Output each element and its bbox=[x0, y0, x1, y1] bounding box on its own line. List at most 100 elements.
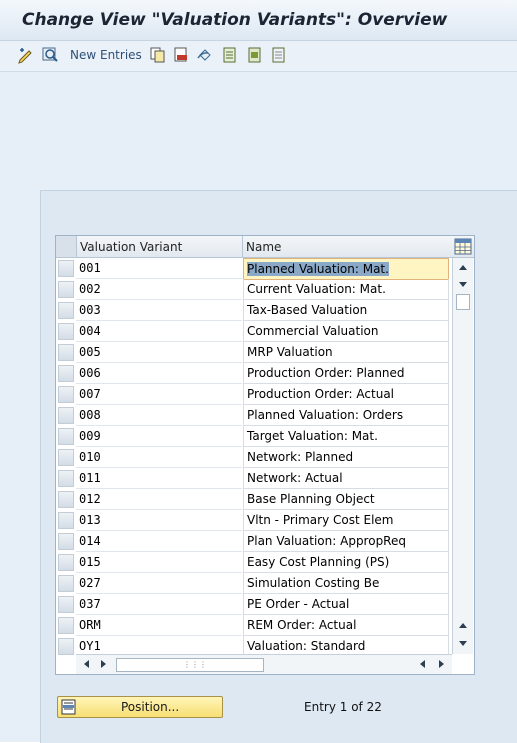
row-selector[interactable] bbox=[58, 638, 74, 655]
row-selector[interactable] bbox=[58, 302, 74, 319]
table-row[interactable]: 011 Network: Actual bbox=[56, 468, 449, 489]
page-up-icon[interactable] bbox=[457, 620, 469, 632]
deselect-all-icon[interactable] bbox=[270, 46, 288, 64]
row-selector[interactable] bbox=[58, 533, 74, 550]
table-settings-icon[interactable] bbox=[454, 237, 472, 256]
row-selector[interactable] bbox=[58, 596, 74, 613]
name-field[interactable]: Simulation Costing Be bbox=[243, 573, 449, 594]
position-icon bbox=[61, 699, 76, 715]
scroll-left-icon[interactable] bbox=[82, 658, 92, 670]
valuation-variant-cell: 014 bbox=[76, 531, 242, 552]
name-value: Commercial Valuation bbox=[247, 324, 379, 338]
valuation-variant-value: 002 bbox=[79, 282, 101, 296]
table-row[interactable]: 002 Current Valuation: Mat. bbox=[56, 279, 449, 300]
table-row[interactable]: 009 Target Valuation: Mat. bbox=[56, 426, 449, 447]
other-view-icon[interactable] bbox=[41, 46, 59, 64]
row-selector[interactable] bbox=[58, 386, 74, 403]
name-field[interactable]: Plan Valuation: AppropReq bbox=[243, 531, 449, 552]
position-button[interactable]: Position... bbox=[57, 696, 223, 718]
name-field[interactable]: Production Order: Actual bbox=[243, 384, 449, 405]
name-value: Simulation Costing Be bbox=[247, 576, 380, 590]
name-field[interactable]: Planned Valuation: Mat. bbox=[243, 258, 449, 280]
table-row[interactable]: 005 MRP Valuation bbox=[56, 342, 449, 363]
horizontal-scrollbar[interactable]: ⋮⋮⋮ bbox=[76, 654, 452, 674]
scroll-up-icon[interactable] bbox=[457, 262, 469, 274]
name-field[interactable]: PE Order - Actual bbox=[243, 594, 449, 615]
name-field[interactable]: Planned Valuation: Orders bbox=[243, 405, 449, 426]
row-selector[interactable] bbox=[58, 554, 74, 571]
scroll-down-icon[interactable] bbox=[457, 637, 469, 649]
table-row[interactable]: 013 Vltn - Primary Cost Elem bbox=[56, 510, 449, 531]
valuation-variant-cell: 037 bbox=[76, 594, 242, 615]
table-row[interactable]: 015 Easy Cost Planning (PS) bbox=[56, 552, 449, 573]
name-field[interactable]: Network: Planned bbox=[243, 447, 449, 468]
name-field[interactable]: Network: Actual bbox=[243, 468, 449, 489]
name-field[interactable]: Current Valuation: Mat. bbox=[243, 279, 449, 300]
delete-icon[interactable] bbox=[172, 46, 190, 64]
row-selector[interactable] bbox=[58, 260, 74, 277]
name-field[interactable]: Easy Cost Planning (PS) bbox=[243, 552, 449, 573]
name-field[interactable]: REM Order: Actual bbox=[243, 615, 449, 636]
valuation-variant-cell: 002 bbox=[76, 279, 242, 300]
name-field[interactable]: Base Planning Object bbox=[243, 489, 449, 510]
table-row[interactable]: 006 Production Order: Planned bbox=[56, 363, 449, 384]
name-field[interactable]: MRP Valuation bbox=[243, 342, 449, 363]
name-field[interactable]: Production Order: Planned bbox=[243, 363, 449, 384]
name-value: Base Planning Object bbox=[247, 492, 375, 506]
display-change-icon[interactable] bbox=[17, 46, 35, 64]
table-row[interactable]: 012 Base Planning Object bbox=[56, 489, 449, 510]
row-selector[interactable] bbox=[58, 617, 74, 634]
valuation-variant-value: 015 bbox=[79, 555, 101, 569]
row-selector[interactable] bbox=[58, 281, 74, 298]
row-selector[interactable] bbox=[58, 512, 74, 529]
horizontal-scroll-thumb[interactable]: ⋮⋮⋮ bbox=[116, 658, 264, 672]
table-row[interactable]: 037 PE Order - Actual bbox=[56, 594, 449, 615]
name-field[interactable]: Vltn - Primary Cost Elem bbox=[243, 510, 449, 531]
row-selector[interactable] bbox=[58, 365, 74, 382]
table-row[interactable]: 007 Production Order: Actual bbox=[56, 384, 449, 405]
table-row[interactable]: 008 Planned Valuation: Orders bbox=[56, 405, 449, 426]
column-divider[interactable] bbox=[242, 236, 243, 257]
row-selector[interactable] bbox=[58, 470, 74, 487]
vertical-scroll-thumb[interactable] bbox=[456, 294, 470, 310]
vertical-scrollbar[interactable] bbox=[452, 258, 473, 654]
select-block-icon[interactable] bbox=[246, 46, 264, 64]
valuation-variant-cell: 004 bbox=[76, 321, 242, 342]
table-row[interactable]: ORM REM Order: Actual bbox=[56, 615, 449, 636]
valuation-variant-value: 013 bbox=[79, 513, 101, 527]
scroll-right-icon[interactable] bbox=[98, 658, 108, 670]
valuation-variant-value: 012 bbox=[79, 492, 101, 506]
select-all-rows-cell[interactable] bbox=[56, 236, 77, 257]
undo-change-icon[interactable] bbox=[196, 46, 214, 64]
row-selector[interactable] bbox=[58, 323, 74, 340]
new-entries-button[interactable]: New Entries bbox=[70, 48, 142, 62]
table-row[interactable]: 003 Tax-Based Valuation bbox=[56, 300, 449, 321]
name-field[interactable]: Commercial Valuation bbox=[243, 321, 449, 342]
column-header-name[interactable]: Name bbox=[246, 240, 281, 254]
row-selector[interactable] bbox=[58, 449, 74, 466]
name-field[interactable]: Tax-Based Valuation bbox=[243, 300, 449, 321]
table-row[interactable]: 014 Plan Valuation: AppropReq bbox=[56, 531, 449, 552]
row-selector[interactable] bbox=[58, 407, 74, 424]
name-value: Current Valuation: Mat. bbox=[247, 282, 386, 296]
valuation-variant-value: 014 bbox=[79, 534, 101, 548]
name-value: Easy Cost Planning (PS) bbox=[247, 555, 390, 569]
row-selector[interactable] bbox=[58, 428, 74, 445]
copy-icon[interactable] bbox=[149, 46, 167, 64]
table-row[interactable]: 010 Network: Planned bbox=[56, 447, 449, 468]
row-selector[interactable] bbox=[58, 575, 74, 592]
row-selector[interactable] bbox=[58, 491, 74, 508]
valuation-variant-cell: 009 bbox=[76, 426, 242, 447]
page-down-icon[interactable] bbox=[457, 278, 469, 290]
table-row[interactable]: 001 Planned Valuation: Mat. bbox=[56, 258, 449, 280]
column-header-valuation-variant[interactable]: Valuation Variant bbox=[80, 240, 182, 254]
table-row[interactable]: 027 Simulation Costing Be bbox=[56, 573, 449, 594]
name-field[interactable]: Target Valuation: Mat. bbox=[243, 426, 449, 447]
row-selector[interactable] bbox=[58, 344, 74, 361]
scroll-left-end-icon[interactable] bbox=[418, 658, 428, 670]
valuation-variant-value: 003 bbox=[79, 303, 101, 317]
name-value: PE Order - Actual bbox=[247, 597, 350, 611]
table-row[interactable]: 004 Commercial Valuation bbox=[56, 321, 449, 342]
select-all-icon[interactable] bbox=[221, 46, 239, 64]
scroll-right-end-icon[interactable] bbox=[436, 658, 446, 670]
